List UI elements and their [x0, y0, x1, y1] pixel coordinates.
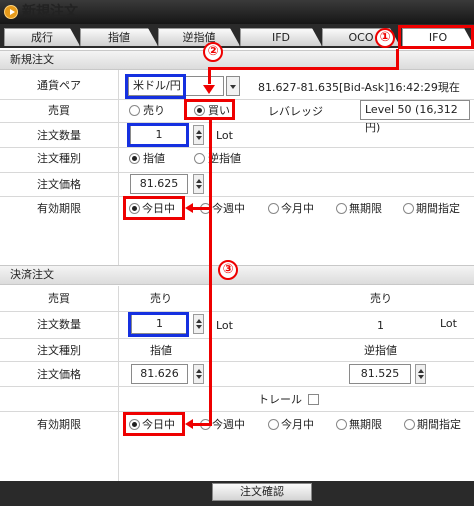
- leverage-label: レバレッジ: [268, 105, 323, 118]
- settle-stop-price-stepper[interactable]: [415, 364, 426, 384]
- settle-expiry-unlimited-radio[interactable]: [336, 419, 347, 430]
- row-divider: [0, 338, 474, 339]
- quantity-stepper[interactable]: [193, 125, 204, 145]
- limit-radio[interactable]: [129, 153, 140, 164]
- settle-expiry-month-radio[interactable]: [268, 419, 279, 430]
- tab-limit[interactable]: 指値: [80, 28, 158, 46]
- row-divider: [0, 411, 474, 412]
- stop-radio-label: 逆指値: [208, 152, 241, 165]
- settle-expiry-period-label: 期間指定: [417, 418, 461, 431]
- annotation-arrow-left: [185, 203, 193, 213]
- chevron-down-icon[interactable]: [226, 76, 240, 96]
- settle-limit-price-stepper[interactable]: [193, 364, 204, 384]
- row-divider: [0, 311, 474, 312]
- row-divider: [0, 147, 474, 148]
- annotation-connector: [191, 207, 211, 210]
- confirm-order-button[interactable]: 注文確認: [212, 483, 312, 501]
- annotation-marker-2: ②: [203, 42, 223, 62]
- expiry-unlimited-label: 無期限: [349, 202, 382, 215]
- tab-stop[interactable]: 逆指値: [158, 28, 240, 46]
- annotation-arrow-down: [203, 85, 215, 94]
- annotation-connector: [191, 423, 211, 426]
- quantity-highlight: [127, 123, 189, 147]
- settle-quantity-label: 注文数量: [37, 318, 81, 331]
- price-input[interactable]: 81.625: [130, 174, 188, 194]
- leverage-field[interactable]: Level 50 (16,312円): [360, 100, 470, 134]
- window-title: 新規注文: [22, 4, 78, 20]
- settle-quantity-highlight: [128, 312, 189, 337]
- settle-order-type-label: 注文種別: [37, 344, 81, 357]
- expiry-unlimited-radio[interactable]: [336, 203, 347, 214]
- tab-ifo-highlight: [398, 25, 474, 49]
- expiry-month-label: 今月中: [281, 202, 314, 215]
- settle-expiry-month-label: 今月中: [281, 418, 314, 431]
- settle-expiry-today-highlight: [123, 412, 185, 436]
- settle-order-type-left: 指値: [150, 344, 172, 357]
- settle-price-label: 注文価格: [37, 368, 81, 381]
- settle-trade-right: 売り: [370, 292, 392, 305]
- expiry-week-label: 今週中: [212, 202, 245, 215]
- annotation-connector: [208, 67, 211, 84]
- sell-radio[interactable]: [129, 105, 140, 116]
- settle-expiry-unlimited-label: 無期限: [349, 418, 382, 431]
- row-divider: [0, 386, 474, 387]
- expiry-label: 有効期限: [37, 202, 81, 215]
- annotation-marker-1: ①: [375, 28, 395, 48]
- settle-trade-left: 売り: [150, 292, 172, 305]
- currency-pair-highlight: [125, 74, 186, 99]
- buy-radio-highlight: [184, 99, 235, 120]
- order-type-label: 注文種別: [37, 152, 81, 165]
- settle-expiry-period-radio[interactable]: [404, 419, 415, 430]
- row-divider: [0, 361, 474, 362]
- settle-right-unit: Lot: [440, 317, 457, 330]
- row-divider: [0, 122, 474, 123]
- trail-label: トレール: [258, 393, 302, 406]
- price-quote: 81.627-81.635[Bid-Ask]16:42:29現在: [258, 81, 460, 94]
- settle-order-type-right: 逆指値: [364, 344, 397, 357]
- settle-quantity-stepper[interactable]: [193, 314, 204, 334]
- price-label: 注文価格: [37, 178, 81, 191]
- trade-label: 売買: [48, 104, 70, 117]
- settle-right-quantity: 1: [377, 319, 384, 332]
- settle-trade-label: 売買: [48, 292, 70, 305]
- expiry-period-label: 期間指定: [416, 202, 460, 215]
- settle-expiry-label: 有効期限: [37, 418, 81, 431]
- annotation-connector: [208, 67, 399, 70]
- annotation-arrow-left: [185, 419, 193, 429]
- limit-radio-label: 指値: [143, 152, 165, 165]
- row-divider: [0, 172, 474, 173]
- window-play-icon: [4, 5, 18, 19]
- annotation-marker-3: ③: [218, 260, 238, 280]
- settle-expiry-week-label: 今週中: [212, 418, 245, 431]
- currency-pair-label: 通貨ペア: [37, 79, 81, 92]
- expiry-period-radio[interactable]: [403, 203, 414, 214]
- sell-radio-label: 売り: [143, 104, 165, 117]
- expiry-month-radio[interactable]: [268, 203, 279, 214]
- stop-radio[interactable]: [194, 153, 205, 164]
- annotation-connector: [209, 118, 212, 426]
- price-stepper[interactable]: [193, 174, 204, 194]
- quantity-label: 注文数量: [37, 129, 81, 142]
- expiry-today-highlight: [123, 196, 185, 220]
- trail-checkbox[interactable]: [308, 394, 319, 405]
- annotation-connector: [396, 49, 399, 69]
- settle-limit-price-input[interactable]: 81.626: [131, 364, 188, 384]
- quantity-unit: Lot: [216, 129, 233, 142]
- tab-ifd[interactable]: IFD: [240, 28, 322, 46]
- tab-market[interactable]: 成行: [4, 28, 80, 46]
- label-column-divider: [118, 286, 119, 481]
- settle-quantity-unit: Lot: [216, 319, 233, 332]
- row-divider: [0, 196, 474, 197]
- settle-stop-price-input[interactable]: 81.525: [349, 364, 411, 384]
